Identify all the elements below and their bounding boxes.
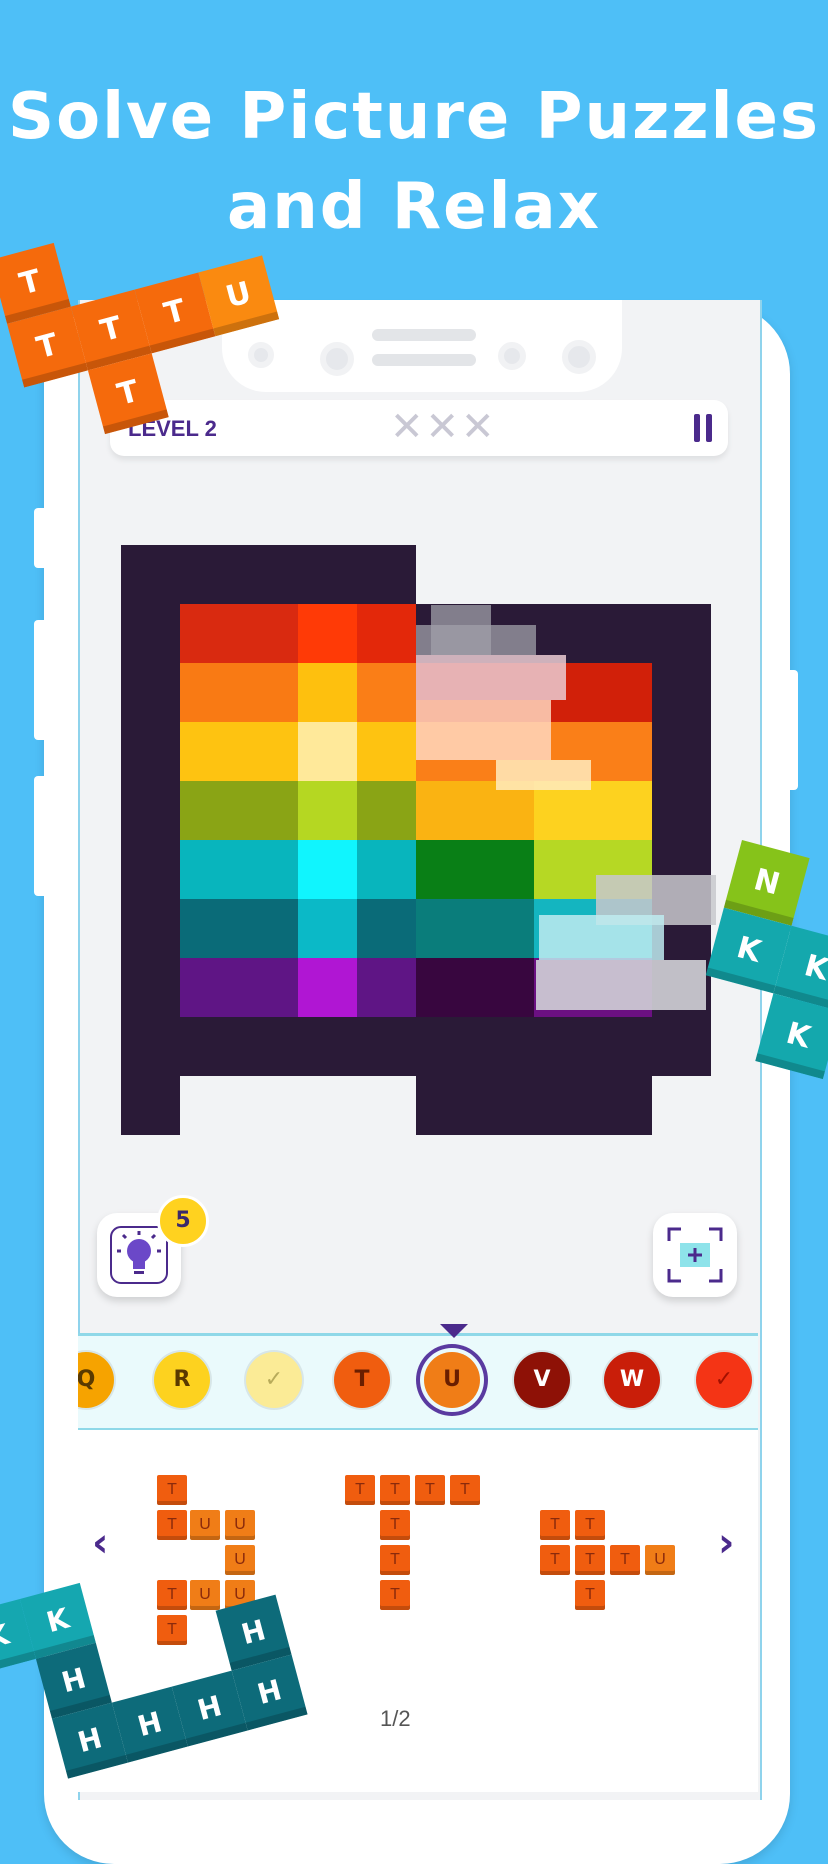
- piece-block: T: [575, 1580, 605, 1610]
- piece-block: T: [380, 1545, 410, 1575]
- picture-cell: [180, 958, 298, 1017]
- picture-cell: [121, 604, 180, 1135]
- piece-block: T: [157, 1615, 187, 1645]
- picture-cell: [180, 604, 298, 663]
- piece-block: U: [225, 1510, 255, 1540]
- palette-color-3[interactable]: T: [334, 1352, 390, 1408]
- ghost-piece-overlay: [416, 625, 536, 655]
- picture-cell: [416, 840, 534, 899]
- puzzle-picture[interactable]: [121, 545, 716, 1137]
- picture-cell: [298, 899, 357, 958]
- camera-dot: [248, 342, 274, 368]
- lives-indicator: ✕✕✕: [390, 404, 497, 450]
- picture-cell: [357, 840, 416, 899]
- camera-dot: [498, 342, 526, 370]
- phone-side-button: [34, 508, 48, 568]
- piece-block: T: [575, 1545, 605, 1575]
- palette-color-4[interactable]: U: [424, 1352, 480, 1408]
- picture-cell: [357, 604, 416, 663]
- pause-icon[interactable]: [694, 414, 714, 442]
- ghost-piece-overlay: [539, 915, 664, 960]
- ghost-piece-overlay: [416, 700, 551, 760]
- picture-cell: [180, 840, 298, 899]
- phone-side-button: [34, 620, 48, 740]
- piece-block: T: [540, 1510, 570, 1540]
- camera-dot: [320, 342, 354, 376]
- palette-color-6[interactable]: W: [604, 1352, 660, 1408]
- piece-block: T: [415, 1475, 445, 1505]
- phone-notch: [222, 300, 622, 392]
- phone-side-button: [784, 670, 798, 790]
- piece-block: T: [157, 1580, 187, 1610]
- picture-cell: [121, 545, 416, 604]
- picture-cell: [357, 899, 416, 958]
- picture-cell: [298, 604, 357, 663]
- picture-cell: [298, 840, 357, 899]
- piece-block: U: [225, 1545, 255, 1575]
- ghost-piece-overlay: [496, 760, 591, 790]
- headline-line2: and Relax: [227, 170, 601, 244]
- hint-count-badge: 5: [157, 1195, 209, 1247]
- palette-color-2[interactable]: ✓: [246, 1352, 302, 1408]
- picture-cell: [298, 722, 357, 781]
- palette-selector-marker: [440, 1324, 468, 1338]
- page-indicator: 1/2: [380, 1706, 411, 1731]
- chevron-left-icon[interactable]: ‹: [92, 1520, 108, 1566]
- picture-cell: [416, 1017, 652, 1135]
- picture-cell: [180, 663, 298, 722]
- piece-block: U: [645, 1545, 675, 1575]
- piece-block: U: [190, 1580, 220, 1610]
- picture-cell: [298, 781, 357, 840]
- phone-side-button: [34, 776, 48, 896]
- picture-cell: [357, 781, 416, 840]
- piece-block: T: [540, 1545, 570, 1575]
- speaker-grille: [372, 329, 476, 341]
- picture-cell: [180, 781, 298, 840]
- palette-color-1[interactable]: R: [154, 1352, 210, 1408]
- picture-cell: [357, 958, 416, 1017]
- camera-dot: [562, 340, 596, 374]
- piece-block: T: [450, 1475, 480, 1505]
- picture-cell: [180, 722, 298, 781]
- piece-block: T: [575, 1510, 605, 1540]
- palette-color-7[interactable]: ✓: [696, 1352, 752, 1408]
- piece-block: T: [380, 1580, 410, 1610]
- piece-block: U: [190, 1510, 220, 1540]
- palette-color-5[interactable]: V: [514, 1352, 570, 1408]
- chevron-right-icon[interactable]: ›: [718, 1520, 734, 1566]
- fit-screen-button[interactable]: [653, 1213, 737, 1297]
- picture-cell: [298, 663, 357, 722]
- fit-screen-icon: [667, 1227, 723, 1283]
- picture-cell: [298, 958, 357, 1017]
- speaker-grille: [372, 354, 476, 366]
- piece-block: T: [610, 1545, 640, 1575]
- piece-block: T: [345, 1475, 375, 1505]
- ghost-piece-overlay: [536, 960, 706, 1010]
- piece-block: T: [380, 1510, 410, 1540]
- palette-color-0[interactable]: Q: [78, 1352, 114, 1408]
- piece-block: T: [380, 1475, 410, 1505]
- picture-cell: [416, 899, 534, 958]
- headline-line1: Solve Picture Puzzles: [8, 80, 820, 154]
- piece-block: T: [157, 1510, 187, 1540]
- top-bar: LEVEL 2 ✕✕✕: [110, 400, 728, 456]
- picture-cell: [357, 663, 416, 722]
- picture-cell: [416, 958, 534, 1017]
- ghost-piece-overlay: [416, 655, 566, 700]
- piece-block: T: [157, 1475, 187, 1505]
- picture-cell: [357, 722, 416, 781]
- picture-cell: [180, 899, 298, 958]
- color-palette: Q R ✓ T U V W ✓: [78, 1333, 758, 1434]
